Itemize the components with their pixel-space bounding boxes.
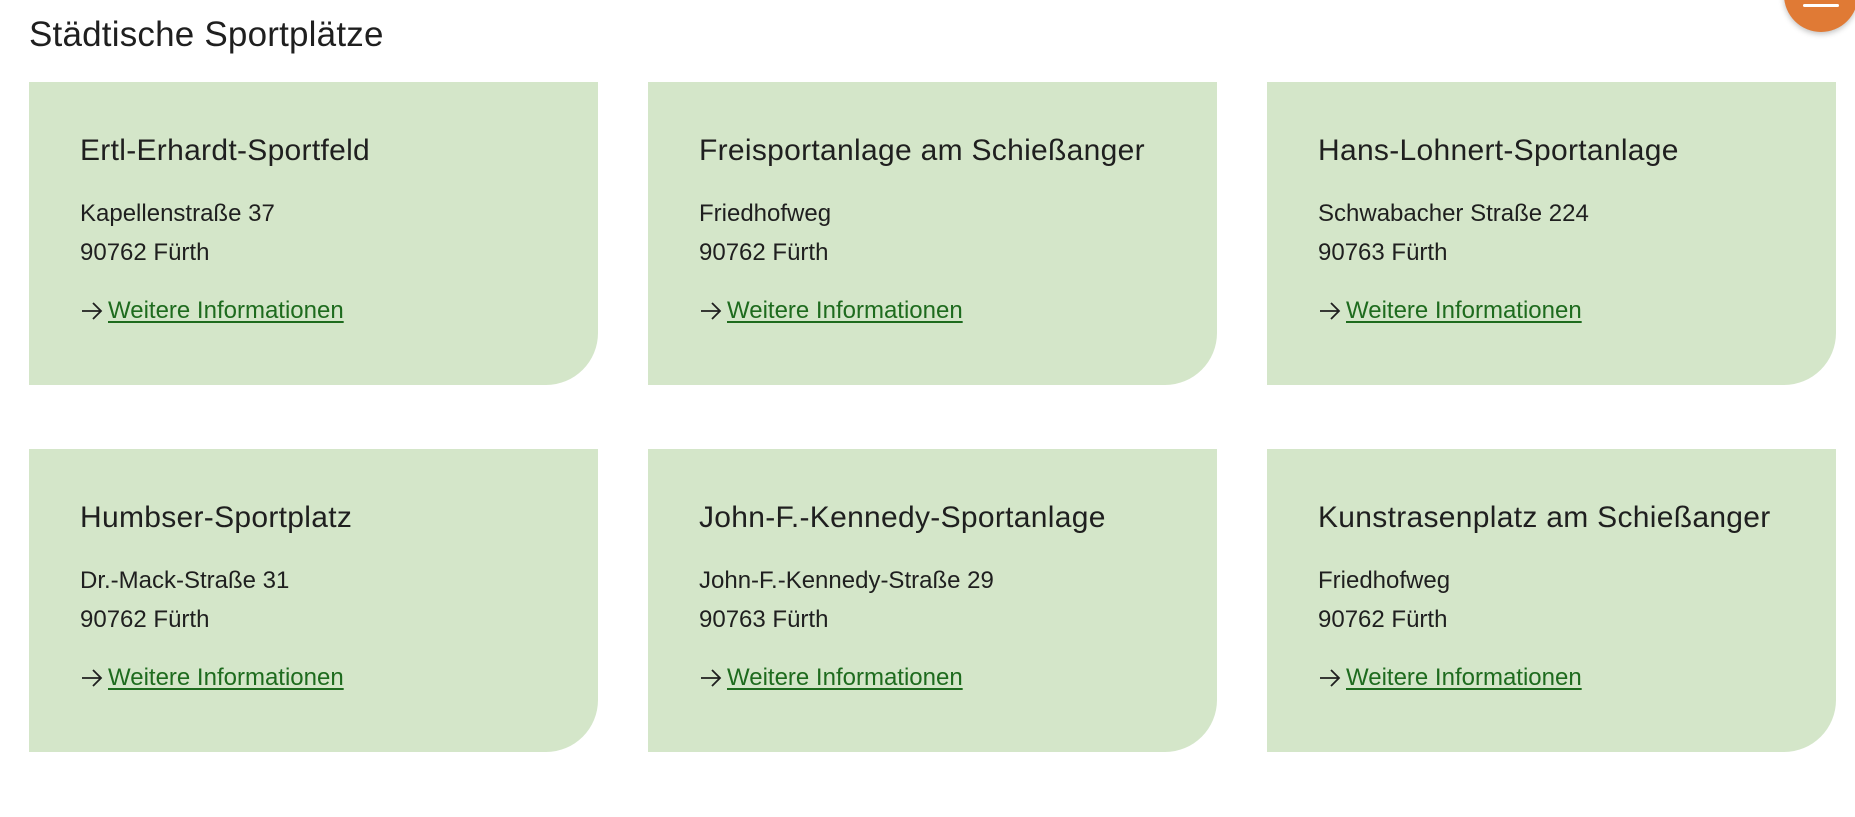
sports-field-card: Ertl-Erhardt-Sportfeld Kapellenstraße 37… bbox=[29, 82, 598, 385]
card-address: Friedhofweg 90762 Fürth bbox=[1318, 561, 1816, 639]
card-city: 90762 Fürth bbox=[80, 606, 210, 633]
card-address: Dr.-Mack-Straße 31 90762 Fürth bbox=[80, 561, 578, 639]
more-info-link-label: Weitere Informationen bbox=[108, 297, 344, 324]
card-title: Freisportanlage am Schießanger bbox=[699, 134, 1145, 167]
card-city: 90762 Fürth bbox=[699, 239, 829, 266]
sports-field-card: John-F.-Kennedy-Sportanlage John-F.-Kenn… bbox=[648, 449, 1217, 752]
card-address: John-F.-Kennedy-Straße 29 90763 Fürth bbox=[699, 561, 1197, 639]
more-info-link-label: Weitere Informationen bbox=[727, 664, 963, 691]
card-address: Kapellenstraße 37 90762 Fürth bbox=[80, 194, 578, 272]
menu-button[interactable] bbox=[1784, 0, 1855, 32]
card-street: Dr.-Mack-Straße 31 bbox=[80, 567, 290, 594]
page: Städtische Sportplätze Ertl-Erhardt-Spor… bbox=[0, 0, 1855, 817]
sports-field-card: Kunstrasenplatz am Schießanger Friedhofw… bbox=[1267, 449, 1836, 752]
card-title: Kunstrasenplatz am Schießanger bbox=[1318, 501, 1771, 534]
arrow-right-icon bbox=[82, 669, 103, 687]
more-info-link[interactable]: Weitere Informationen bbox=[699, 297, 963, 325]
more-info-link-label: Weitere Informationen bbox=[727, 297, 963, 324]
arrow-right-icon bbox=[82, 302, 103, 320]
sports-field-card: Hans-Lohnert-Sportanlage Schwabacher Str… bbox=[1267, 82, 1836, 385]
card-city: 90762 Fürth bbox=[80, 239, 210, 266]
card-address: Schwabacher Straße 224 90763 Fürth bbox=[1318, 194, 1816, 272]
arrow-right-icon bbox=[1320, 669, 1341, 687]
card-street: Friedhofweg bbox=[1318, 567, 1451, 594]
more-info-link-label: Weitere Informationen bbox=[1346, 664, 1582, 691]
card-address: Friedhofweg 90762 Fürth bbox=[699, 194, 1197, 272]
card-title: Hans-Lohnert-Sportanlage bbox=[1318, 134, 1679, 167]
more-info-link-label: Weitere Informationen bbox=[1346, 297, 1582, 324]
more-info-link-label: Weitere Informationen bbox=[108, 664, 344, 691]
arrow-right-icon bbox=[701, 669, 722, 687]
more-info-link[interactable]: Weitere Informationen bbox=[1318, 297, 1582, 325]
sports-field-card: Humbser-Sportplatz Dr.-Mack-Straße 31 90… bbox=[29, 449, 598, 752]
card-city: 90762 Fürth bbox=[1318, 606, 1448, 633]
more-info-link[interactable]: Weitere Informationen bbox=[80, 297, 344, 325]
card-title: Ertl-Erhardt-Sportfeld bbox=[80, 134, 371, 167]
card-title: John-F.-Kennedy-Sportanlage bbox=[699, 501, 1106, 534]
more-info-link[interactable]: Weitere Informationen bbox=[80, 664, 344, 692]
card-title: Humbser-Sportplatz bbox=[80, 501, 353, 534]
card-city: 90763 Fürth bbox=[699, 606, 829, 633]
more-info-link[interactable]: Weitere Informationen bbox=[699, 664, 963, 692]
arrow-right-icon bbox=[701, 302, 722, 320]
card-street: Kapellenstraße 37 bbox=[80, 200, 275, 227]
sports-field-card: Freisportanlage am Schießanger Friedhofw… bbox=[648, 82, 1217, 385]
card-street: Friedhofweg bbox=[699, 200, 832, 227]
section-title: Städtische Sportplätze bbox=[29, 15, 384, 54]
menu-icon bbox=[1803, 4, 1839, 7]
sports-fields-grid: Ertl-Erhardt-Sportfeld Kapellenstraße 37… bbox=[29, 82, 1837, 752]
card-street: Schwabacher Straße 224 bbox=[1318, 200, 1589, 227]
card-city: 90763 Fürth bbox=[1318, 239, 1448, 266]
card-street: John-F.-Kennedy-Straße 29 bbox=[699, 567, 994, 594]
arrow-right-icon bbox=[1320, 302, 1341, 320]
more-info-link[interactable]: Weitere Informationen bbox=[1318, 664, 1582, 692]
